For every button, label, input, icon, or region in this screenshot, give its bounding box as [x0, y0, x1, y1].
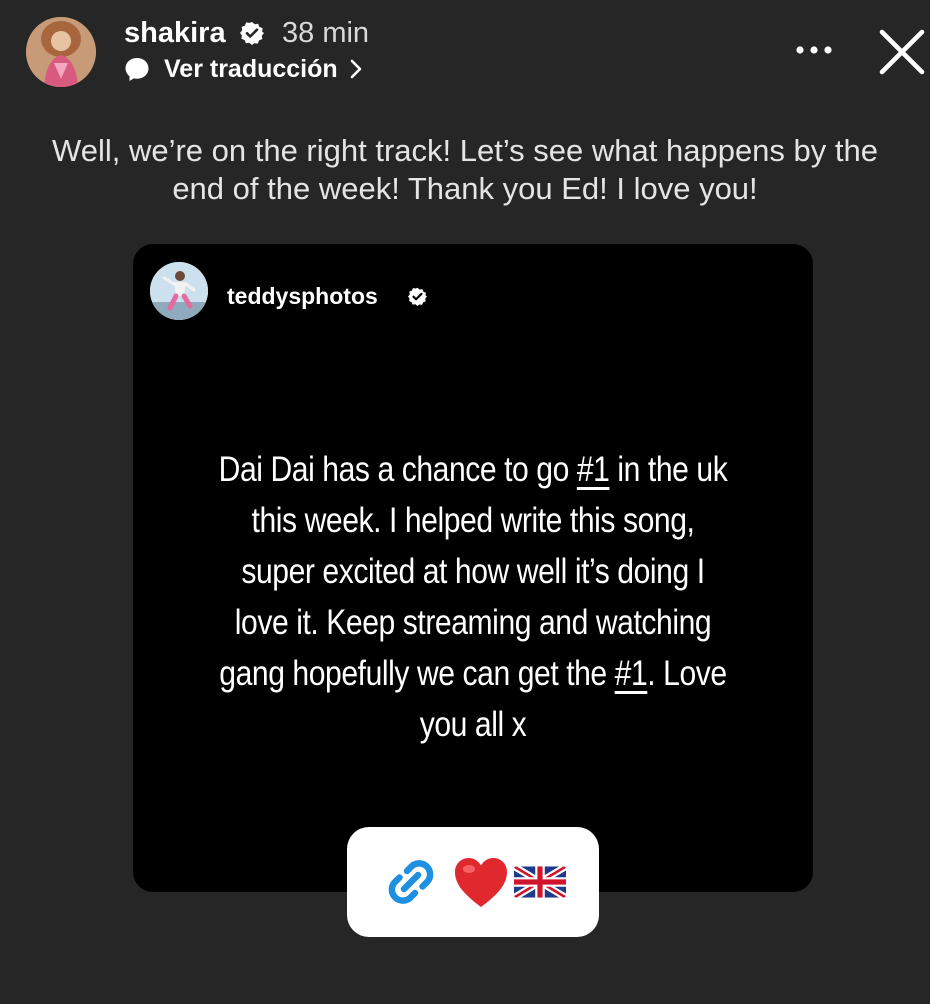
verified-badge-icon — [408, 287, 427, 306]
shared-story-card[interactable]: teddysphotos Dai Dai has a chance to go … — [133, 244, 813, 892]
translation-bubble-icon — [125, 58, 149, 81]
story-viewer: shakira 38 min Ver traducción Well, we’r… — [0, 0, 930, 1004]
see-translation-label: Ver traducción — [164, 55, 338, 83]
post-text-rank: #1 — [614, 654, 648, 693]
close-button[interactable] — [874, 24, 930, 80]
post-text-rank: #1 — [576, 450, 610, 489]
avatar[interactable] — [26, 17, 96, 87]
uk-flag-icon — [514, 866, 566, 898]
verified-badge-icon — [240, 22, 264, 45]
link-icon — [388, 860, 434, 904]
heart-icon — [455, 858, 507, 907]
chevron-right-icon — [350, 59, 361, 79]
post-time: 38 min — [282, 17, 370, 49]
link-sticker[interactable] — [347, 827, 599, 937]
username[interactable]: shakira — [124, 14, 226, 52]
more-options-button[interactable] — [792, 32, 836, 68]
see-translation-link[interactable]: Ver traducción — [124, 52, 364, 86]
shared-post-text: Dai Dai has a chance to go #1 in the uk … — [215, 444, 731, 750]
story-caption: Well, we’re on the right track! Let’s se… — [52, 133, 878, 206]
post-text-part: Dai Dai has a chance to go — [218, 450, 577, 489]
more-dots-icon — [796, 46, 832, 54]
shared-post-username[interactable]: teddysphotos — [227, 281, 378, 311]
shared-post-avatar[interactable] — [150, 262, 208, 320]
close-icon — [879, 29, 925, 75]
